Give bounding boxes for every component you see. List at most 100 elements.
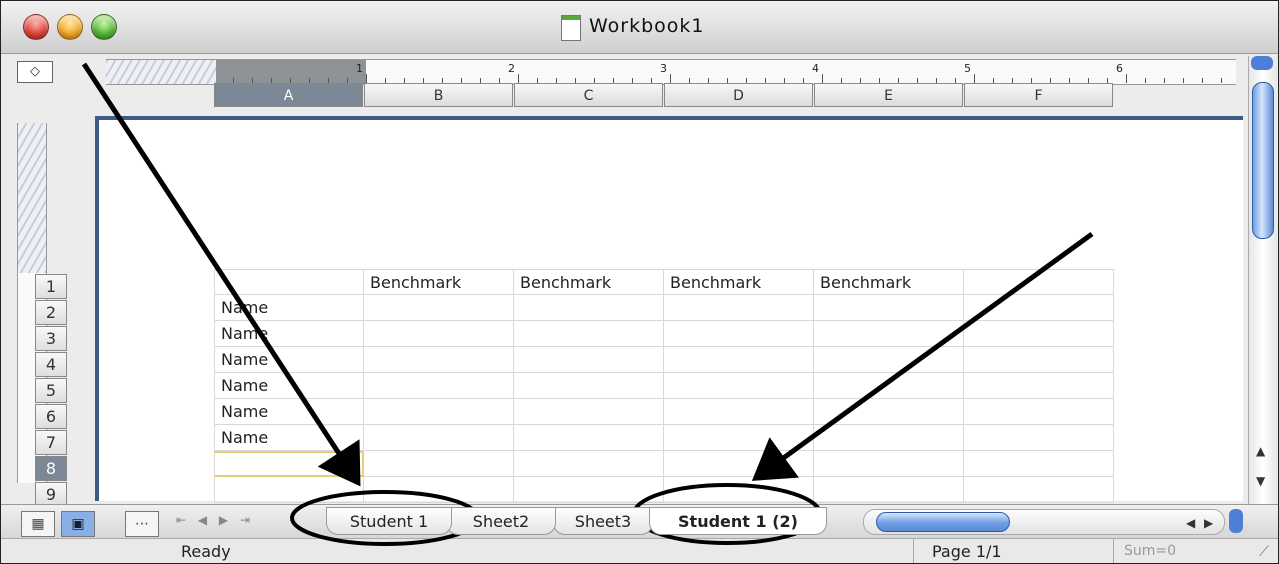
cell-d5[interactable] <box>664 373 814 399</box>
cell-b4[interactable] <box>364 347 514 373</box>
row-header-4[interactable]: 4 <box>35 352 67 377</box>
cell-a3[interactable]: Name <box>214 321 364 347</box>
split-handle-right[interactable] <box>1229 509 1243 533</box>
cell-c2[interactable] <box>514 295 664 321</box>
cell-a5[interactable]: Name <box>214 373 364 399</box>
sheet-tab-student-1[interactable]: Student 1 <box>326 507 452 535</box>
title-bar[interactable]: Workbook1 <box>1 1 1278 54</box>
sheet-tab-sheet3[interactable]: Sheet3 <box>553 507 653 535</box>
select-all-button[interactable]: ◇ <box>17 61 53 83</box>
cell-a2[interactable]: Name <box>214 295 364 321</box>
cell-b6[interactable] <box>364 399 514 425</box>
cell-e8[interactable] <box>814 451 964 477</box>
cell-d2[interactable] <box>664 295 814 321</box>
cell-c7[interactable] <box>514 425 664 451</box>
cell-e3[interactable] <box>814 321 964 347</box>
cell-e1[interactable]: Benchmark <box>814 269 964 295</box>
cell-f2[interactable] <box>964 295 1114 321</box>
split-handle-top[interactable] <box>1251 56 1273 70</box>
cell-f3[interactable] <box>964 321 1114 347</box>
normal-view-button[interactable]: ▦ <box>21 511 55 537</box>
row-header-8[interactable]: 8 <box>35 456 67 481</box>
cell-a1[interactable] <box>214 269 364 295</box>
ruler-minor-tick <box>1183 78 1184 83</box>
ruler-major-tick <box>822 74 823 83</box>
sheet-tab-student-1-2[interactable]: Student 1 (2) <box>649 507 827 535</box>
cell-b1[interactable]: Benchmark <box>364 269 514 295</box>
cell-a8[interactable] <box>214 451 364 477</box>
cell-e4[interactable] <box>814 347 964 373</box>
row-header-6[interactable]: 6 <box>35 404 67 429</box>
row-header-1[interactable]: 1 <box>35 274 67 299</box>
vertical-scrollbar[interactable]: ▲ ▼ <box>1248 56 1277 504</box>
sheet-tab-sheet2[interactable]: Sheet2 <box>446 507 556 535</box>
row-header-2[interactable]: 2 <box>35 300 67 325</box>
close-window-button[interactable] <box>23 14 49 40</box>
cell-a6[interactable]: Name <box>214 399 364 425</box>
cell-d1[interactable]: Benchmark <box>664 269 814 295</box>
resize-grip-icon[interactable]: ⟋ <box>1259 544 1269 560</box>
cell-f5[interactable] <box>964 373 1114 399</box>
cell-d7[interactable] <box>664 425 814 451</box>
column-header-e[interactable]: E <box>814 83 963 107</box>
column-header-d[interactable]: D <box>664 83 813 107</box>
column-header-f[interactable]: F <box>964 83 1113 107</box>
cell-e5[interactable] <box>814 373 964 399</box>
column-header-b[interactable]: B <box>364 83 513 107</box>
vertical-scroll-thumb[interactable] <box>1252 82 1274 239</box>
horizontal-ruler[interactable]: 1234567 <box>106 59 1275 85</box>
cell-e9[interactable] <box>814 477 964 503</box>
cell-f8[interactable] <box>964 451 1114 477</box>
cell-a7[interactable]: Name <box>214 425 364 451</box>
column-header-c[interactable]: C <box>514 83 663 107</box>
cell-b7[interactable] <box>364 425 514 451</box>
cell-d4[interactable] <box>664 347 814 373</box>
row-header-3[interactable]: 3 <box>35 326 67 351</box>
scroll-down-icon[interactable]: ▼ <box>1256 474 1265 488</box>
scroll-left-icon[interactable]: ◀ <box>1186 516 1195 530</box>
cell-d8[interactable] <box>664 451 814 477</box>
sheet-navigation-arrows[interactable]: ⇤ ◀ ▶ ⇥ <box>176 513 254 527</box>
cell-f9[interactable] <box>964 477 1114 503</box>
horizontal-scrollbar[interactable]: ◀ ▶ <box>863 509 1225 535</box>
page-break-view-button[interactable]: ⋯ <box>125 511 159 537</box>
row-header-5[interactable]: 5 <box>35 378 67 403</box>
page-layout-view-button[interactable]: ▣ <box>61 511 95 537</box>
cell-f4[interactable] <box>964 347 1114 373</box>
cell-c8[interactable] <box>514 451 664 477</box>
cell-c5[interactable] <box>514 373 664 399</box>
scroll-up-icon[interactable]: ▲ <box>1256 444 1265 458</box>
horizontal-scroll-thumb[interactable] <box>876 512 1010 532</box>
cell-b2[interactable] <box>364 295 514 321</box>
cell-a9[interactable] <box>214 477 364 503</box>
cell-f1[interactable] <box>964 269 1114 295</box>
zoom-window-button[interactable] <box>91 14 117 40</box>
cell-f7[interactable] <box>964 425 1114 451</box>
cell-c1[interactable]: Benchmark <box>514 269 664 295</box>
document-icon <box>561 15 581 41</box>
cell-e2[interactable] <box>814 295 964 321</box>
minimize-window-button[interactable] <box>57 14 83 40</box>
cell-b5[interactable] <box>364 373 514 399</box>
cell-e6[interactable] <box>814 399 964 425</box>
cell-b3[interactable] <box>364 321 514 347</box>
scroll-right-icon[interactable]: ▶ <box>1204 516 1213 530</box>
cell-c3[interactable] <box>514 321 664 347</box>
cell-f6[interactable] <box>964 399 1114 425</box>
ruler-label: 5 <box>964 62 971 75</box>
cell-c4[interactable] <box>514 347 664 373</box>
row-header-7[interactable]: 7 <box>35 430 67 455</box>
cell-a4[interactable]: Name <box>214 347 364 373</box>
cell-c6[interactable] <box>514 399 664 425</box>
cell-b9[interactable] <box>364 477 514 503</box>
cell-d9[interactable] <box>664 477 814 503</box>
cell-d3[interactable] <box>664 321 814 347</box>
ruler-minor-tick <box>1145 78 1146 83</box>
cell-e7[interactable] <box>814 425 964 451</box>
column-header-a[interactable]: A <box>214 83 363 107</box>
cell-b8[interactable] <box>364 451 514 477</box>
cell-c9[interactable] <box>514 477 664 503</box>
ruler-major-tick <box>518 74 519 83</box>
ruler-inactive-area <box>216 60 366 84</box>
cell-d6[interactable] <box>664 399 814 425</box>
